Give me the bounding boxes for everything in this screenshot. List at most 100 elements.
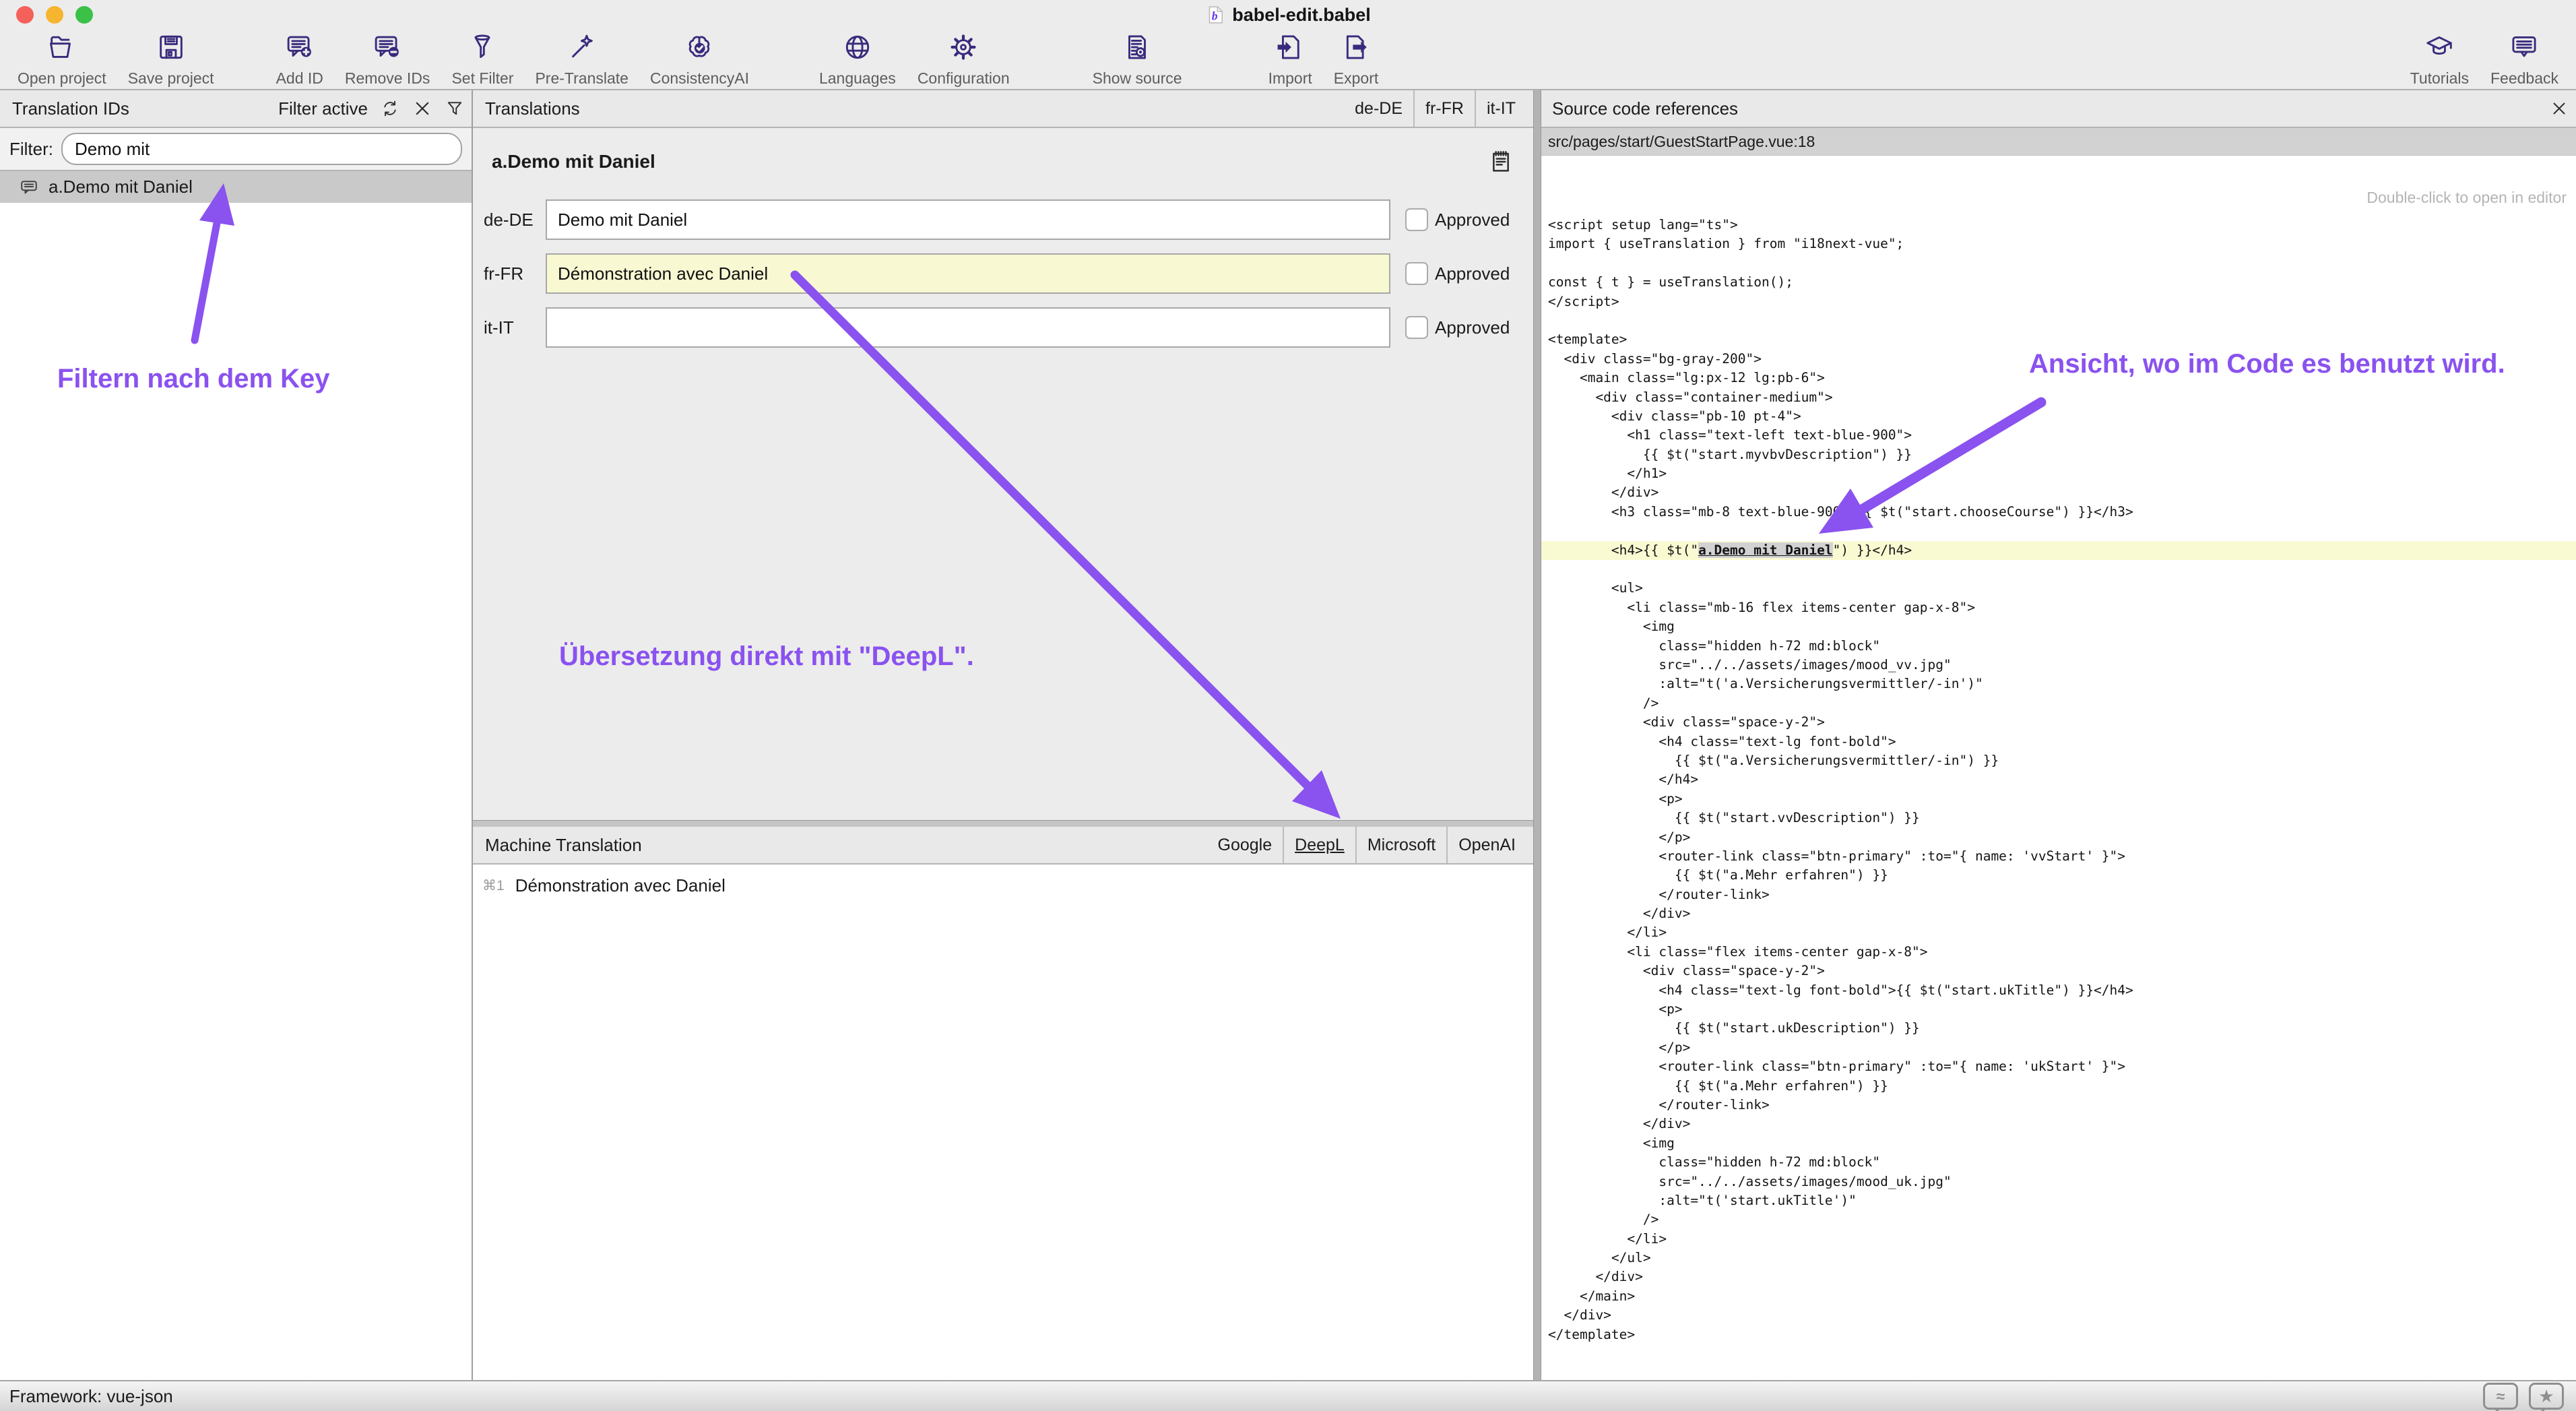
toolbar: Open project Save project Add ID Remove IDs… <box>0 30 2576 89</box>
code-line: <ul> <box>1540 579 2576 598</box>
translation-input-fr-FR[interactable] <box>546 253 1390 294</box>
code-line-highlighted: <h4>{{ $t("a.Demo mit Daniel") }}</h4> <box>1540 541 2576 560</box>
toolbar-label: Feedback <box>2490 69 2558 88</box>
toolbar-button-tutorials[interactable]: Tutorials <box>2400 32 2480 88</box>
code-line: </div> <box>1540 1115 2576 1133</box>
toolbar-button-remove-ids[interactable]: Remove IDs <box>334 32 441 88</box>
toolbar-button-show-source[interactable]: Show source <box>1082 32 1193 88</box>
toolbar-label: Set Filter <box>451 69 513 88</box>
panel-title-machine-translation: Machine Translation <box>485 835 642 856</box>
mt-tab-microsoft[interactable]: Microsoft <box>1355 827 1446 863</box>
code-line: </h4> <box>1540 770 2576 789</box>
toolbar-button-add-id[interactable]: Add ID <box>265 32 334 88</box>
translation-id-list: a.Demo mit Daniel <box>0 171 472 203</box>
status-bar-icons: ≈★ <box>2483 1383 2564 1410</box>
approved-checkbox[interactable] <box>1405 262 1428 285</box>
source-references-header: Source code references <box>1540 90 2576 128</box>
code-line: <img <box>1540 617 2576 636</box>
code-line: <h4 class="text-lg font-bold">{{ $t("sta… <box>1540 981 2576 1000</box>
code-line: {{ $t("a.Versicherungsvermittler/-in") }… <box>1540 751 2576 770</box>
toolbar-label: Export <box>1334 69 1378 88</box>
code-line: </div> <box>1540 1267 2576 1286</box>
code-line: </h1> <box>1540 464 2576 483</box>
language-tab-de-de[interactable]: de-DE <box>1344 90 1413 127</box>
code-line: </main> <box>1540 1287 2576 1306</box>
translation-input-de-DE[interactable] <box>546 199 1390 240</box>
toolbar-button-consistencyai[interactable]: ConsistencyAI <box>639 32 760 88</box>
editor-hint: Double-click to open in editor <box>2366 189 2567 207</box>
toolbar-button-pre-translate[interactable]: Pre-Translate <box>524 32 639 88</box>
toolbar-label: Tutorials <box>2410 69 2469 88</box>
zoom-window-button[interactable] <box>75 6 93 24</box>
panel-title-translation-ids: Translation IDs <box>12 98 129 119</box>
pre-translate-icon <box>567 32 598 66</box>
approved-checkbox[interactable] <box>1405 208 1428 231</box>
approved-label: Approved <box>1435 263 1510 284</box>
translations-header: Translations de-DEfr-FRit-IT <box>473 90 1533 128</box>
minimize-window-button[interactable] <box>46 6 63 24</box>
toolbar-button-export[interactable]: Export <box>1323 32 1389 88</box>
mt-tab-openai[interactable]: OpenAI <box>1446 827 1526 863</box>
code-line: <div class="space-y-2"> <box>1540 713 2576 732</box>
toolbar-button-configuration[interactable]: Configuration <box>907 32 1021 88</box>
toolbar-button-open-project[interactable]: Open project <box>7 32 117 88</box>
machine-translation-tabs: GoogleDeepLMicrosoftOpenAI <box>1207 827 1526 863</box>
code-line <box>1540 311 2576 330</box>
toolbar-button-save-project[interactable]: Save project <box>117 32 225 88</box>
translation-row-de-DE: de-DEApproved <box>484 198 1533 241</box>
language-tab-fr-fr[interactable]: fr-FR <box>1413 90 1475 127</box>
code-line: :alt="t('a.Versicherungsvermittler/-in')… <box>1540 675 2576 693</box>
show-source-icon <box>1122 32 1153 66</box>
language-label: fr-FR <box>484 263 546 284</box>
translation-row-fr-FR: fr-FR Approved <box>484 252 1533 295</box>
code-line: </script> <box>1540 292 2576 311</box>
code-line: {{ $t("start.ukDescription") }} <box>1540 1019 2576 1038</box>
close-window-button[interactable] <box>16 6 34 24</box>
filter-icon[interactable] <box>445 98 465 119</box>
translation-rows: de-DEApprovedfr-FRApprovedit-ITApproved <box>473 198 1533 349</box>
feedback-icon <box>2509 32 2540 66</box>
source-code-view[interactable]: <script setup lang="ts">import { useTran… <box>1540 216 2576 1344</box>
open-project-icon <box>46 32 77 66</box>
import-icon <box>1275 32 1306 66</box>
toolbar-label: Languages <box>819 69 896 88</box>
toolbar-button-feedback[interactable]: Feedback <box>2480 32 2569 88</box>
approved-checkbox[interactable] <box>1405 316 1428 339</box>
configuration-icon <box>948 32 979 66</box>
panel-title-translations: Translations <box>485 98 580 119</box>
panel-divider-right[interactable] <box>1533 90 1541 1380</box>
babel-document-icon: b <box>1205 3 1225 27</box>
close-panel-icon[interactable] <box>2549 98 2569 119</box>
toolbar-button-import[interactable]: Import <box>1258 32 1323 88</box>
source-file-reference[interactable]: src/pages/start/GuestStartPage.vue:18 <box>1540 128 2576 156</box>
mt-suggestion-row[interactable]: ⌘1 Démonstration avec Daniel <box>473 865 1533 896</box>
toolbar-button-set-filter[interactable]: Set Filter <box>441 32 524 88</box>
translation-id-label: a.Demo mit Daniel <box>49 177 193 197</box>
translation-id-item[interactable]: a.Demo mit Daniel <box>0 171 472 203</box>
toolbar-label: Pre-Translate <box>535 69 628 88</box>
toolbar-label: ConsistencyAI <box>650 69 749 88</box>
language-status-icon[interactable]: ≈ <box>2483 1383 2518 1410</box>
clear-filter-icon[interactable] <box>412 98 432 119</box>
mt-tab-google[interactable]: Google <box>1207 827 1283 863</box>
code-line: <router-link class="btn-primary" :to="{ … <box>1540 1057 2576 1076</box>
approved-label: Approved <box>1435 317 1510 338</box>
translation-input-it-IT[interactable] <box>546 307 1390 348</box>
code-line: <img <box>1540 1134 2576 1153</box>
toolbar-label: Open project <box>18 69 106 88</box>
code-line: class="hidden h-72 md:block" <box>1540 1153 2576 1172</box>
mt-tab-deepl[interactable]: DeepL <box>1283 827 1355 863</box>
favorite-status-icon[interactable]: ★ <box>2529 1383 2564 1410</box>
toolbar-button-languages[interactable]: Languages <box>808 32 907 88</box>
machine-translation-body: ⌘1 Démonstration avec Daniel <box>473 865 1533 1380</box>
filter-input[interactable] <box>61 133 462 165</box>
code-line: <div class="space-y-2"> <box>1540 962 2576 980</box>
toolbar-label: Remove IDs <box>345 69 430 88</box>
code-line: <h3 class="mb-8 text-blue-900">{{ $t("st… <box>1540 503 2576 522</box>
code-line: {{ $t("start.vvDescription") }} <box>1540 809 2576 827</box>
notepad-icon[interactable] <box>1487 148 1514 175</box>
refresh-icon[interactable] <box>380 98 400 119</box>
status-bar: Framework: vue-json ≈★ <box>0 1380 2576 1411</box>
language-tab-it-it[interactable]: it-IT <box>1475 90 1526 127</box>
panel-divider-left[interactable] <box>472 90 473 1380</box>
